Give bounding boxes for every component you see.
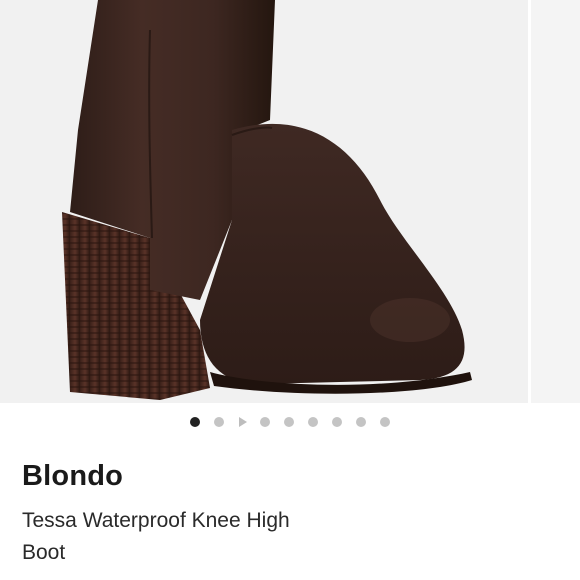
pagination-dot-2[interactable] xyxy=(214,417,224,427)
pagination-dot-8[interactable] xyxy=(356,417,366,427)
pagination-dot-4[interactable] xyxy=(260,417,270,427)
pagination-dot-9[interactable] xyxy=(380,417,390,427)
gallery-pagination[interactable] xyxy=(0,415,580,429)
product-image[interactable] xyxy=(0,0,528,403)
pagination-dot-5[interactable] xyxy=(284,417,294,427)
video-play-icon[interactable] xyxy=(239,417,247,427)
pagination-dot-7[interactable] xyxy=(332,417,342,427)
brand-name[interactable]: Blondo xyxy=(22,460,123,493)
pagination-dot-1[interactable] xyxy=(190,417,200,427)
boot-illustration xyxy=(62,0,472,400)
product-image-gallery[interactable] xyxy=(0,0,580,403)
pagination-dot-6[interactable] xyxy=(308,417,318,427)
next-product-image-peek[interactable] xyxy=(531,0,580,403)
product-name: Tessa Waterproof Knee High Boot xyxy=(22,509,290,564)
